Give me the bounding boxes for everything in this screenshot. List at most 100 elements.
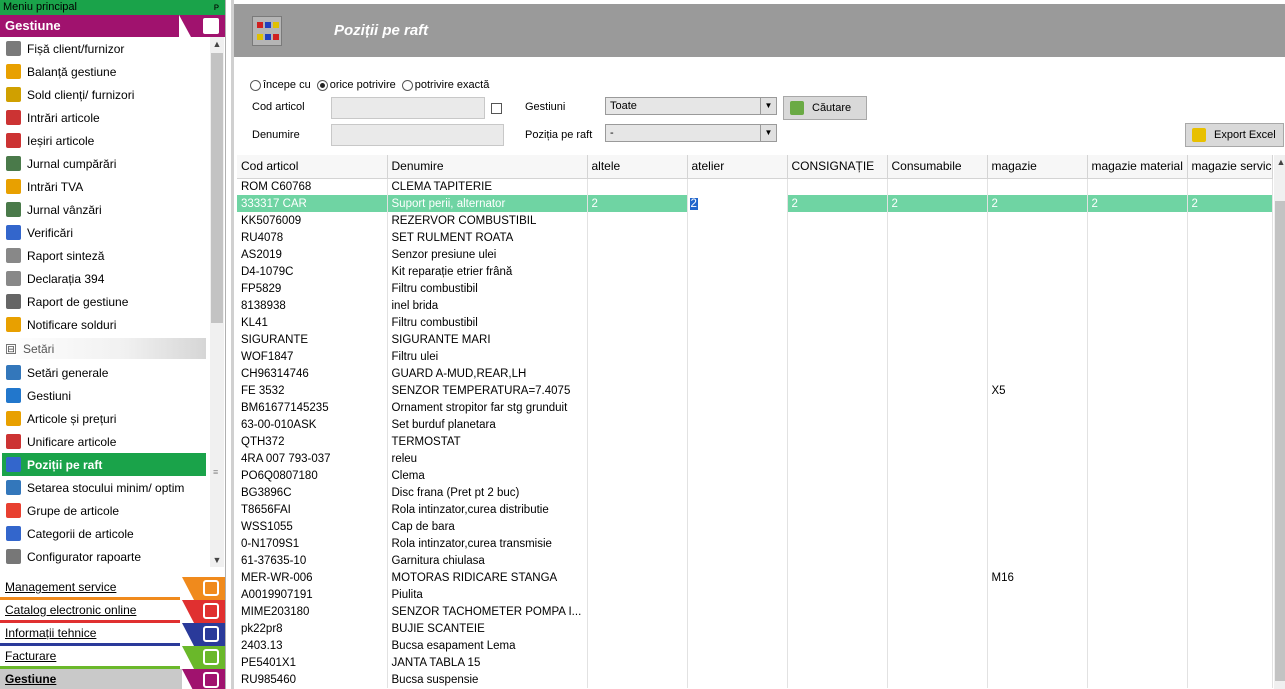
table-cell[interactable]	[687, 603, 788, 620]
table-cell[interactable]	[887, 671, 988, 688]
table-cell[interactable]	[1087, 552, 1188, 569]
column-header-magazie-service[interactable]: magazie service	[1187, 155, 1273, 179]
table-cell[interactable]	[987, 178, 1088, 195]
table-cell[interactable]: Ornament stropitor far stg grunduit	[387, 399, 588, 416]
table-cell[interactable]	[787, 637, 888, 654]
table-cell[interactable]: CH96314746	[237, 365, 388, 382]
nav-item-sold-clienti-furnizori[interactable]: Sold clienți/ furnizori	[0, 83, 210, 106]
table-cell[interactable]: BUJIE SCANTEIE	[387, 620, 588, 637]
table-row[interactable]: RU4078 SET RULMENT ROATA	[237, 229, 1273, 246]
table-cell[interactable]	[587, 467, 688, 484]
table-cell[interactable]	[687, 637, 788, 654]
table-cell[interactable]	[587, 450, 688, 467]
table-row[interactable]: A0019907191 Piulita	[237, 586, 1273, 603]
table-cell[interactable]	[987, 365, 1088, 382]
table-cell[interactable]	[887, 603, 988, 620]
table-cell[interactable]	[787, 178, 888, 195]
table-cell[interactable]	[687, 569, 788, 586]
scroll-up-icon[interactable]: ▲	[210, 37, 224, 51]
table-cell[interactable]	[587, 552, 688, 569]
section-gestiune-header[interactable]: Gestiune	[0, 15, 225, 37]
table-cell[interactable]	[587, 331, 688, 348]
table-cell[interactable]	[1087, 569, 1188, 586]
table-cell[interactable]	[887, 246, 988, 263]
table-cell[interactable]: SENZOR TEMPERATURA=7.4075	[387, 382, 588, 399]
pin-icon[interactable]: ᴘ	[214, 0, 219, 15]
nav-item-jurnal-cumparari[interactable]: Jurnal cumpărări	[0, 152, 210, 175]
table-cell[interactable]	[687, 433, 788, 450]
table-cell[interactable]	[687, 671, 788, 688]
table-cell[interactable]: 2	[1187, 195, 1273, 212]
table-cell[interactable]	[587, 399, 688, 416]
table-cell[interactable]	[587, 654, 688, 671]
table-cell[interactable]: SET RULMENT ROATA	[387, 229, 588, 246]
table-cell[interactable]	[787, 212, 888, 229]
table-cell[interactable]: AS2019	[237, 246, 388, 263]
radio-exact-match[interactable]: potrivire exactă	[401, 79, 489, 91]
table-row[interactable]: 2403.13 Bucsa esapament Lema	[237, 637, 1273, 654]
table-cell[interactable]: QTH372	[237, 433, 388, 450]
table-cell[interactable]	[1187, 603, 1273, 620]
table-cell[interactable]: pk22pr8	[237, 620, 388, 637]
table-cell[interactable]	[587, 569, 688, 586]
column-header-consignatie[interactable]: CONSIGNAȚIE	[787, 155, 888, 179]
table-row[interactable]: T8656FAI Rola intinzator,curea distributi…	[237, 501, 1273, 518]
table-cell[interactable]	[887, 331, 988, 348]
table-cell[interactable]	[887, 535, 988, 552]
column-header-cod-articol[interactable]: Cod articol	[237, 155, 388, 179]
table-cell[interactable]	[787, 229, 888, 246]
table-cell[interactable]: T8656FAI	[237, 501, 388, 518]
table-cell[interactable]	[1087, 535, 1188, 552]
table-cell[interactable]: REZERVOR COMBUSTIBIL	[387, 212, 588, 229]
table-cell[interactable]: BM61677145235	[237, 399, 388, 416]
table-cell[interactable]	[1087, 484, 1188, 501]
table-cell[interactable]	[887, 569, 988, 586]
table-cell[interactable]	[987, 280, 1088, 297]
nav-item-raport-de-gestiune[interactable]: Raport de gestiune	[0, 290, 210, 313]
table-row[interactable]: 8138938 inel brida	[237, 297, 1273, 314]
table-cell[interactable]: TERMOSTAT	[387, 433, 588, 450]
nav-item-fisa-client-furnizor[interactable]: Fișă client/furnizor	[0, 37, 210, 60]
table-cell[interactable]	[1087, 348, 1188, 365]
table-cell[interactable]: 2403.13	[237, 637, 388, 654]
cautare-button[interactable]: Căutare	[783, 96, 867, 120]
table-cell[interactable]	[787, 263, 888, 280]
table-cell[interactable]	[687, 297, 788, 314]
table-cell[interactable]	[1187, 416, 1273, 433]
nav-item-configurator-rapoarte[interactable]: Configurator rapoarte	[0, 545, 210, 567]
table-cell[interactable]	[887, 518, 988, 535]
table-cell[interactable]: Filtru combustibil	[387, 280, 588, 297]
table-row[interactable]: 63-00-010ASK Set burduf planetara	[237, 416, 1273, 433]
table-row[interactable]: WSS1055 Cap de bara	[237, 518, 1273, 535]
table-cell[interactable]	[687, 178, 788, 195]
table-cell[interactable]	[987, 331, 1088, 348]
nav-item-grupe-de-articole[interactable]: Grupe de articole	[0, 499, 210, 522]
table-cell[interactable]	[787, 314, 888, 331]
table-cell[interactable]: A0019907191	[237, 586, 388, 603]
table-cell[interactable]	[787, 620, 888, 637]
table-cell[interactable]: KL41	[237, 314, 388, 331]
table-cell[interactable]	[787, 348, 888, 365]
table-cell[interactable]	[787, 416, 888, 433]
table-cell[interactable]	[1087, 246, 1188, 263]
table-cell[interactable]	[587, 501, 688, 518]
table-row[interactable]: WOF1847 Filtru ulei	[237, 348, 1273, 365]
table-row[interactable]: 61-37635-10 Garnitura chiulasa	[237, 552, 1273, 569]
table-cell[interactable]: WSS1055	[237, 518, 388, 535]
table-cell[interactable]: 61-37635-10	[237, 552, 388, 569]
nav-item-unificare-articole[interactable]: Unificare articole	[0, 430, 210, 453]
nav-item-intrari-tva[interactable]: Intrări TVA	[0, 175, 210, 198]
table-cell[interactable]: Bucsa esapament Lema	[387, 637, 588, 654]
table-cell[interactable]	[587, 365, 688, 382]
table-cell[interactable]	[987, 518, 1088, 535]
table-cell[interactable]	[1087, 501, 1188, 518]
table-cell[interactable]: 2	[787, 195, 888, 212]
table-cell[interactable]	[587, 535, 688, 552]
table-cell[interactable]: Rola intinzator,curea transmisie	[387, 535, 588, 552]
table-cell[interactable]	[1087, 620, 1188, 637]
table-cell[interactable]	[1087, 212, 1188, 229]
table-cell[interactable]	[1087, 518, 1188, 535]
table-row[interactable]: 0-N1709S1 Rola intinzator,curea transmisi…	[237, 535, 1273, 552]
table-cell[interactable]	[887, 399, 988, 416]
nav-item-notificare-solduri[interactable]: Notificare solduri	[0, 313, 210, 336]
